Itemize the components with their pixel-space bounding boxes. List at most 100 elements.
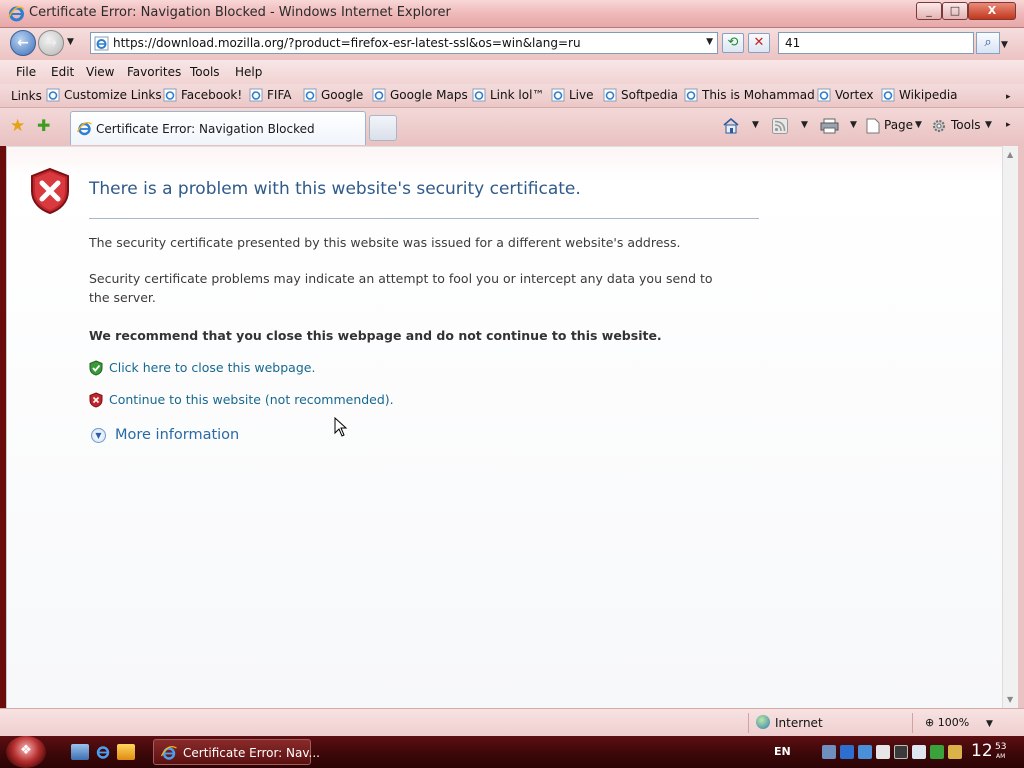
recommendation-text: We recommend that you close this webpage… — [89, 328, 662, 343]
system-clock[interactable]: 12 53 AM — [971, 741, 1006, 761]
add-to-favorites-icon[interactable]: ✚ — [37, 116, 50, 135]
window-title: Certificate Error: Navigation Blocked - … — [29, 5, 451, 20]
link-google[interactable]: Google — [303, 88, 363, 105]
ie-page-icon — [603, 88, 617, 102]
network-tray-icon[interactable] — [822, 745, 836, 759]
close-window-button[interactable]: X — [968, 2, 1016, 20]
command-bar-overflow-chevron-icon[interactable]: ▸ — [1006, 120, 1011, 130]
ie-page-icon — [472, 88, 486, 102]
window-frame-edge — [1018, 146, 1024, 708]
tray-app-icon[interactable] — [894, 745, 908, 759]
tray-app-icon[interactable] — [912, 745, 926, 759]
print-dropdown-icon[interactable]: ▼ — [850, 120, 857, 130]
maximize-button[interactable]: □ — [942, 2, 968, 20]
scroll-down-arrow-icon[interactable]: ▼ — [1007, 695, 1013, 704]
ie-page-icon — [94, 36, 109, 51]
page-menu-icon — [866, 118, 880, 134]
security-zone[interactable]: Internet — [756, 715, 823, 730]
new-tab-button[interactable] — [369, 115, 397, 141]
red-shield-x-icon — [31, 167, 69, 215]
feeds-icon[interactable] — [772, 118, 788, 134]
refresh-button[interactable]: ⟲ — [722, 33, 744, 53]
globe-icon — [756, 715, 770, 729]
links-bar: Links Customize Links Facebook! FIFA Goo… — [0, 84, 1024, 108]
zoom-level-label: 100% — [937, 716, 970, 729]
tray-app-icon[interactable] — [858, 745, 872, 759]
link-wikipedia[interactable]: Wikipedia — [881, 88, 958, 105]
search-box[interactable] — [778, 32, 974, 54]
show-desktop-icon[interactable] — [71, 744, 89, 760]
window-title-bar: Certificate Error: Navigation Blocked - … — [0, 0, 1024, 28]
menu-edit[interactable]: Edit — [51, 65, 74, 79]
tools-menu-dropdown-icon[interactable]: ▼ — [985, 120, 992, 130]
clock-minute: 53 — [995, 742, 1007, 752]
menu-view[interactable]: View — [86, 65, 114, 79]
tray-app-icon[interactable] — [840, 745, 854, 759]
link-this-is-mohammad[interactable]: This is Mohammad — [684, 88, 815, 105]
address-dropdown-icon[interactable]: ▼ — [706, 37, 713, 47]
volume-tray-icon[interactable] — [948, 745, 962, 759]
more-information-toggle[interactable]: ▼ More information — [91, 427, 239, 443]
favorites-center-star-icon[interactable]: ★ — [10, 116, 25, 136]
close-webpage-link[interactable]: Click here to close this webpage. — [109, 360, 315, 375]
recent-pages-dropdown-icon[interactable]: ▼ — [67, 37, 74, 47]
ie-page-icon — [551, 88, 565, 102]
home-dropdown-icon[interactable]: ▼ — [752, 120, 759, 130]
link-customize-links[interactable]: Customize Links — [46, 88, 162, 105]
menu-tools[interactable]: Tools — [190, 65, 220, 79]
search-options-dropdown-icon[interactable]: ▼ — [1001, 40, 1008, 50]
ie-page-icon — [249, 88, 263, 102]
ie-page-icon — [46, 88, 60, 102]
mouse-pointer-icon — [334, 417, 348, 437]
tray-app-icon[interactable] — [876, 745, 890, 759]
ie-page-icon — [881, 88, 895, 102]
forward-button[interactable]: → — [38, 30, 64, 56]
language-indicator[interactable]: EN — [774, 745, 791, 758]
continue-website-link[interactable]: Continue to this website (not recommende… — [109, 392, 394, 407]
link-facebook[interactable]: Facebook! — [163, 88, 242, 105]
address-bar[interactable]: https://download.mozilla.org/?product=fi… — [90, 32, 718, 54]
tray-app-icon[interactable] — [930, 745, 944, 759]
taskbar-ie-window-button[interactable]: Certificate Error: Nav... — [153, 739, 320, 765]
links-overflow-chevron-icon[interactable]: ▸ — [1006, 92, 1011, 102]
print-icon[interactable] — [820, 118, 839, 134]
magnifier-icon: ⊕ — [925, 716, 935, 729]
stop-button[interactable]: ✕ — [748, 33, 770, 53]
ie-quicklaunch-icon[interactable] — [94, 744, 112, 760]
scroll-up-arrow-icon[interactable]: ▲ — [1007, 150, 1013, 159]
windows-logo-icon: ❖ — [20, 743, 32, 758]
status-bar: Internet ⊕ 100% ▼ — [0, 708, 1024, 736]
start-button[interactable]: ❖ — [6, 736, 46, 768]
menu-help[interactable]: Help — [235, 65, 262, 79]
back-button[interactable]: ← — [10, 30, 36, 56]
home-icon[interactable] — [722, 117, 740, 134]
ie-page-icon — [163, 88, 177, 102]
warning-paragraph: Security certificate problems may indica… — [89, 271, 713, 305]
minimize-button[interactable]: _ — [916, 2, 942, 20]
search-button[interactable]: ⌕ — [976, 32, 1000, 54]
feeds-dropdown-icon[interactable]: ▼ — [801, 120, 808, 130]
link-live[interactable]: Live — [551, 88, 594, 105]
tab-certificate-error[interactable]: Certificate Error: Navigation Blocked — [70, 111, 366, 145]
link-softpedia[interactable]: Softpedia — [603, 88, 678, 105]
menu-favorites[interactable]: Favorites — [127, 65, 181, 79]
vertical-scrollbar[interactable]: ▲ ▼ — [1002, 146, 1018, 708]
page-menu-button[interactable]: Page — [884, 118, 913, 132]
ie-logo-icon — [8, 6, 25, 22]
menu-file[interactable]: File — [16, 65, 36, 79]
search-input[interactable] — [779, 33, 973, 53]
url-text[interactable]: https://download.mozilla.org/?product=fi… — [113, 36, 581, 50]
zoom-level[interactable]: ⊕ 100% — [925, 716, 969, 729]
link-fifa[interactable]: FIFA — [249, 88, 291, 105]
tools-menu-button[interactable]: Tools — [951, 118, 981, 132]
status-separator — [912, 713, 913, 733]
taskbar-window-label: Certificate Error: Nav... — [183, 746, 320, 760]
ie-logo-icon — [161, 745, 177, 760]
media-player-icon[interactable] — [117, 744, 135, 760]
link-google-maps[interactable]: Google Maps — [372, 88, 468, 105]
link-link-lol[interactable]: Link lol™ — [472, 88, 544, 105]
page-menu-dropdown-icon[interactable]: ▼ — [915, 120, 922, 130]
link-vortex[interactable]: Vortex — [817, 88, 874, 105]
zoom-dropdown-icon[interactable]: ▼ — [986, 719, 993, 729]
green-shield-check-icon — [89, 360, 103, 376]
